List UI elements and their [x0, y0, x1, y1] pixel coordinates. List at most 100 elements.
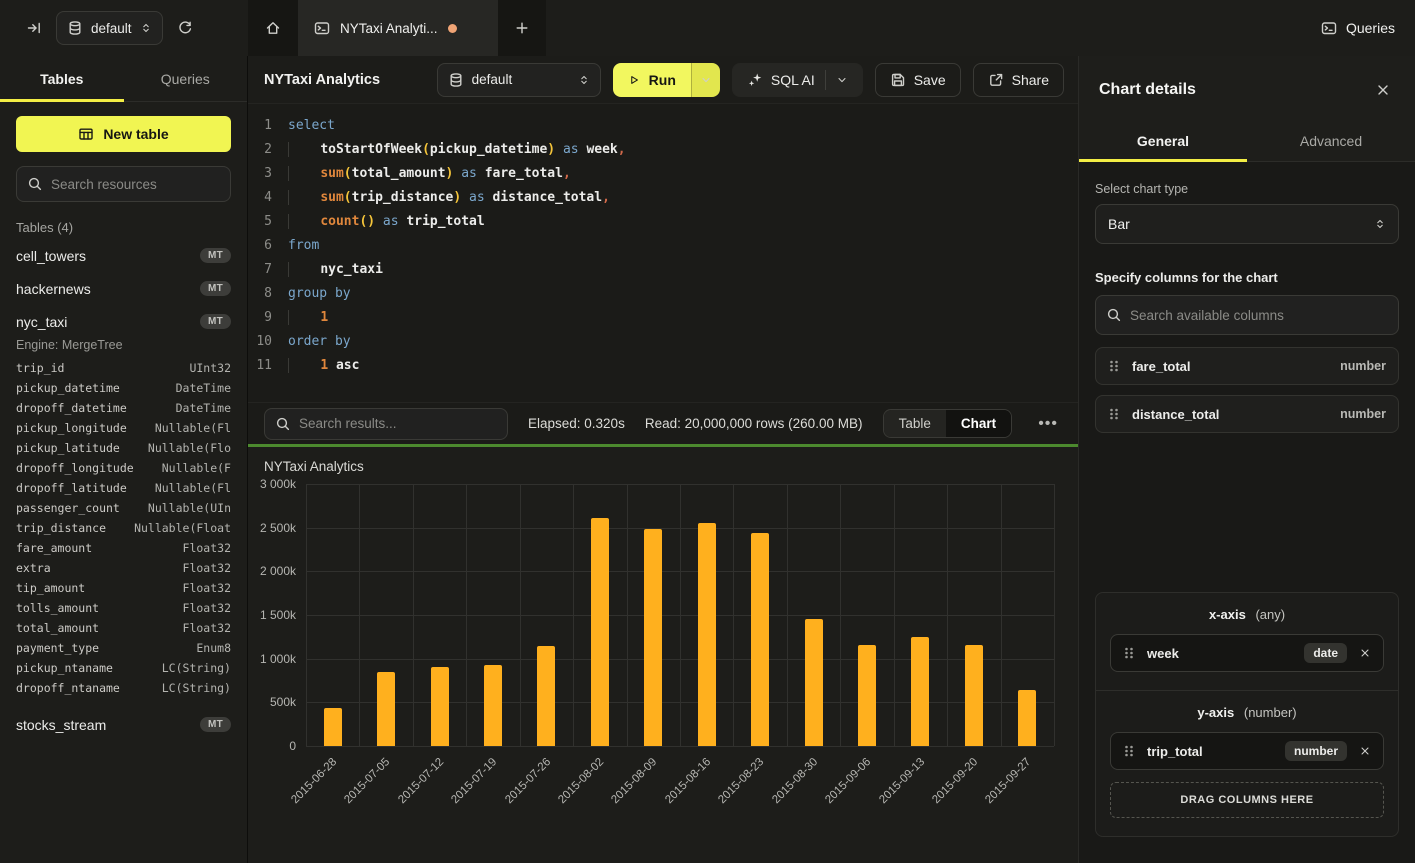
- view-toggle-table[interactable]: Table: [884, 410, 946, 437]
- columns-search-input[interactable]: [1130, 308, 1388, 323]
- column-name: dropoff_latitude: [16, 478, 127, 498]
- sql-ai-label: SQL AI: [771, 72, 815, 88]
- chevron-down-icon: [700, 74, 712, 86]
- column-name: trip_id: [16, 358, 64, 378]
- y-axis-tick-label: 2 500k: [260, 521, 296, 535]
- column-name: pickup_latitude: [16, 438, 120, 458]
- close-panel-button[interactable]: [1371, 78, 1395, 102]
- chart-type-select[interactable]: Bar: [1095, 204, 1399, 244]
- x-axis-tick-label: 2015-09-06: [823, 756, 873, 806]
- tab-strip: NYTaxi Analyti...: [248, 0, 546, 56]
- topbar-left: default: [0, 11, 248, 45]
- column-type: Float32: [183, 538, 231, 558]
- more-options-button[interactable]: •••: [1032, 413, 1064, 435]
- remove-x-axis-column-button[interactable]: [1357, 645, 1373, 661]
- topbar-right: Queries: [1321, 20, 1415, 36]
- x-axis-tick-label: 2015-08-02: [556, 756, 606, 806]
- run-button[interactable]: Run: [613, 63, 691, 97]
- column-row: extraFloat32: [16, 558, 231, 578]
- more-options-icon: •••: [1038, 415, 1058, 432]
- table-row-cell-towers[interactable]: cell_towers MT: [0, 239, 247, 272]
- line-number: 2: [248, 138, 288, 162]
- run-button-label: Run: [649, 72, 676, 88]
- table-name: cell_towers: [16, 248, 86, 264]
- x-axis-tick-label: 2015-08-16: [663, 756, 713, 806]
- share-button-label: Share: [1012, 72, 1049, 88]
- sql-editor[interactable]: 1select2 toStartOfWeek(pickup_datetime) …: [248, 104, 1078, 402]
- query-database-select[interactable]: default: [437, 63, 601, 97]
- play-icon: [628, 74, 640, 86]
- chart-bar: [431, 667, 449, 746]
- x-axis-column-week[interactable]: week date: [1110, 634, 1384, 672]
- view-toggle-chart[interactable]: Chart: [946, 410, 1011, 437]
- remove-y-axis-column-button[interactable]: [1357, 743, 1373, 759]
- column-row: tip_amountFloat32: [16, 578, 231, 598]
- y-axis-section: y-axis (number) trip_total number DRAG C…: [1096, 690, 1398, 836]
- sidebar-search: [16, 166, 231, 202]
- column-type: LC(String): [162, 658, 231, 678]
- column-name: fare_amount: [16, 538, 92, 558]
- new-table-button[interactable]: New table: [16, 116, 231, 152]
- save-button[interactable]: Save: [875, 63, 961, 97]
- engine-badge: MT: [200, 314, 231, 329]
- line-number: 7: [248, 258, 288, 282]
- columns-section-label: Specify columns for the chart: [1095, 270, 1399, 285]
- collapse-sidebar-button[interactable]: [22, 16, 46, 40]
- column-name: pickup_datetime: [16, 378, 120, 398]
- refresh-icon: [177, 20, 193, 36]
- sidebar: Tables Queries New table Tables (4) cell…: [0, 56, 248, 863]
- y-axis-column-trip-total[interactable]: trip_total number: [1110, 732, 1384, 770]
- line-number: 1: [248, 114, 288, 138]
- available-column-type: number: [1340, 407, 1386, 421]
- new-tab-button[interactable]: [498, 0, 546, 56]
- refresh-button[interactable]: [173, 16, 197, 40]
- column-name: pickup_longitude: [16, 418, 127, 438]
- column-type: Nullable(UIn: [148, 498, 231, 518]
- results-search-input[interactable]: [299, 416, 497, 431]
- sidebar-tab-queries[interactable]: Queries: [124, 56, 248, 101]
- table-row-hackernews[interactable]: hackernews MT: [0, 272, 247, 305]
- engine-badge: MT: [200, 248, 231, 263]
- table-row-nyc-taxi[interactable]: nyc_taxi MT: [0, 305, 247, 338]
- close-icon: [1359, 745, 1371, 757]
- chart-bar: [1018, 690, 1036, 746]
- queries-button[interactable]: Queries: [1321, 20, 1395, 36]
- y-axis-tick-label: 3 000k: [260, 477, 296, 491]
- available-column-name: distance_total: [1132, 407, 1330, 422]
- column-name: dropoff_longitude: [16, 458, 134, 478]
- x-axis-tick-label: 2015-08-30: [770, 756, 820, 806]
- available-column-distance_total[interactable]: distance_total number: [1095, 395, 1399, 433]
- table-row-stocks-stream[interactable]: stocks_stream MT: [0, 708, 247, 741]
- y-axis-column-name: trip_total: [1147, 744, 1275, 759]
- tab-nytaxi-analytics[interactable]: NYTaxi Analyti...: [298, 0, 498, 56]
- panel-tab-general[interactable]: General: [1079, 120, 1247, 161]
- available-column-fare_total[interactable]: fare_totalnumber: [1095, 347, 1399, 385]
- chart-bar: [324, 708, 342, 746]
- column-name: tip_amount: [16, 578, 85, 598]
- chart-xlabels: 2015-06-282015-07-052015-07-122015-07-19…: [306, 746, 1054, 838]
- line-number: 8: [248, 282, 288, 306]
- panel-tab-advanced[interactable]: Advanced: [1247, 120, 1415, 161]
- topbar-database-select[interactable]: default: [56, 11, 163, 45]
- line-number: 11: [248, 354, 288, 378]
- code-line: 1select: [248, 114, 1078, 138]
- engine-badge: MT: [200, 717, 231, 732]
- code-line: 4 sum(trip_distance) as distance_total,: [248, 186, 1078, 210]
- share-icon: [988, 72, 1004, 88]
- nyc-taxi-columns: trip_idUInt32pickup_datetimeDateTimedrop…: [16, 358, 231, 698]
- share-button[interactable]: Share: [973, 63, 1064, 97]
- run-options-button[interactable]: [691, 63, 720, 97]
- save-button-label: Save: [914, 72, 946, 88]
- x-axis-tick-label: 2015-06-28: [289, 756, 339, 806]
- sql-ai-button[interactable]: SQL AI: [732, 63, 863, 97]
- sidebar-search-input[interactable]: [51, 177, 220, 192]
- panel-tabs: General Advanced: [1079, 120, 1415, 162]
- panel-body: Select chart type Bar Specify columns fo…: [1079, 162, 1415, 863]
- home-tab-button[interactable]: [248, 0, 298, 56]
- sidebar-tabs: Tables Queries: [0, 56, 247, 102]
- chart-bar: [751, 533, 769, 746]
- drag-columns-dropzone[interactable]: DRAG COLUMNS HERE: [1110, 782, 1384, 818]
- topbar-database-value: default: [91, 21, 132, 36]
- search-icon: [27, 176, 43, 192]
- sidebar-tab-tables[interactable]: Tables: [0, 56, 124, 101]
